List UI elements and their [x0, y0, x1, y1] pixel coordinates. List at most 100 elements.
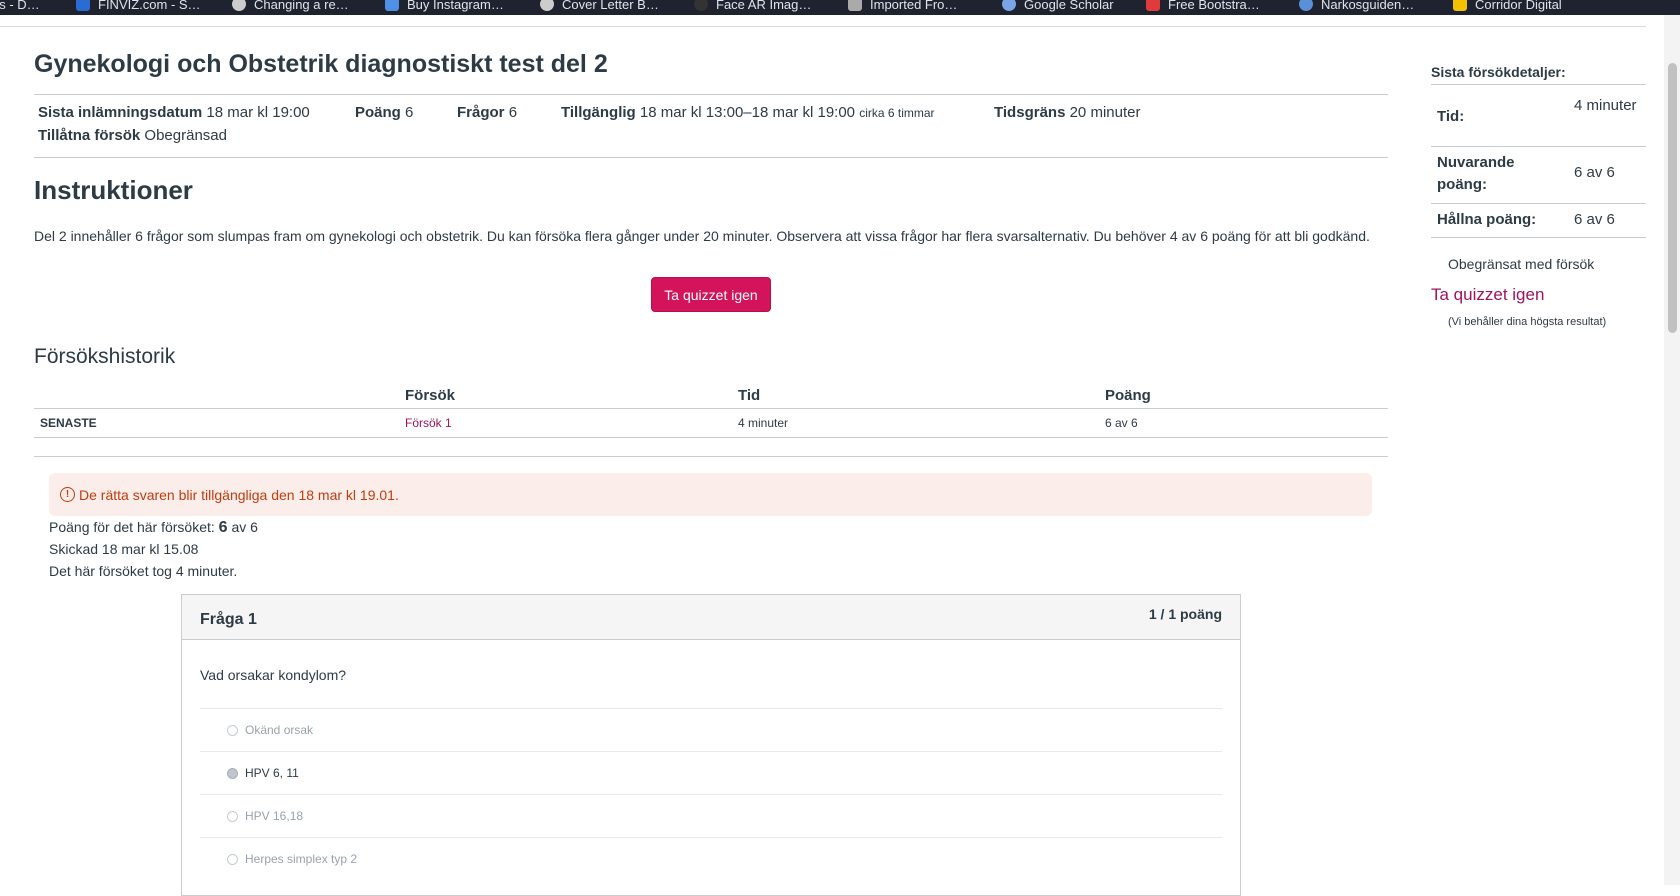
bookmark-item[interactable]: Google Scholar: [1002, 0, 1114, 13]
divider: [1431, 146, 1646, 147]
bookmark-item[interactable]: FINVIZ.com - S…: [76, 0, 201, 13]
attempt-score: Poäng för det här försöket: 6 av 6: [49, 519, 258, 537]
divider: [34, 157, 1388, 158]
question-header: Fråga 1 1 / 1 poäng: [182, 595, 1240, 640]
table-divider: [34, 437, 1388, 438]
sidebar-title: Sista försökdetaljer:: [1431, 64, 1566, 80]
bookmark-item[interactable]: Corridor Digital: [1453, 0, 1562, 13]
bookmarks-bar: ns - D… FINVIZ.com - S… Changing a re… B…: [0, 0, 1680, 15]
points: Poäng 6: [355, 104, 413, 121]
bookmark-favicon-icon: [232, 0, 246, 11]
highest-score-note: (Vi behåller dina högsta resultat): [1448, 316, 1607, 328]
due-value: 18 mar kl 19:00: [206, 104, 310, 121]
bookmark-favicon-icon: [76, 0, 90, 11]
time-limit-label: Tidsgräns: [994, 104, 1066, 121]
availability: Tillgänglig 18 mar kl 13:00–18 mar kl 19…: [561, 104, 935, 121]
score-label: Poäng för det här försöket:: [49, 519, 215, 535]
question-title: Fråga 1: [200, 611, 257, 628]
bookmark-item[interactable]: Cover Letter B…: [540, 0, 659, 13]
available-label: Tillgänglig: [561, 104, 636, 121]
bookmark-favicon-icon: [848, 0, 862, 11]
unlimited-attempts: Obegränsat med försök: [1448, 256, 1595, 272]
divider: [1431, 237, 1646, 238]
bookmark-favicon-icon: [1453, 0, 1467, 11]
bookmark-favicon-icon: [540, 0, 554, 11]
history-attempt-link[interactable]: Försök 1: [405, 416, 452, 430]
question-points: 1 / 1 poäng: [1148, 606, 1222, 622]
history-col-time: Tid: [738, 387, 761, 404]
sidebar-time-value: 4 minuter: [1574, 97, 1637, 114]
question-text: Vad orsakar kondylom?: [200, 667, 347, 683]
bookmark-item[interactable]: ns - D…: [0, 0, 40, 13]
radio-icon: [227, 854, 238, 865]
history-col-attempt: Försök: [405, 387, 456, 404]
attempts-value: Obegränsad: [144, 127, 227, 144]
sidebar-current-value: 6 av 6: [1574, 164, 1615, 181]
bookmark-favicon-icon: [385, 0, 399, 11]
instructions-heading: Instruktioner: [34, 175, 193, 205]
bookmark-favicon-icon: [1002, 0, 1016, 11]
divider: [34, 94, 1388, 95]
answer-option: Okänd orsak: [200, 708, 1222, 752]
questions-count: Frågor 6: [457, 104, 517, 121]
answer-option: HPV 6, 11: [200, 751, 1222, 795]
score-value: 6: [218, 519, 228, 536]
attempts-label: Tillåtna försök: [38, 127, 141, 144]
bookmark-item[interactable]: Free Bootstra…: [1146, 0, 1260, 13]
bookmark-item[interactable]: Imported Fro…: [848, 0, 957, 13]
points-label: Poäng: [355, 104, 401, 121]
answer-option: HPV 16,18: [200, 794, 1222, 838]
radio-selected-icon: [227, 768, 238, 779]
answer-label: HPV 16,18: [245, 809, 304, 823]
alert-text: De rätta svaren blir tillgängliga den 18…: [79, 486, 399, 503]
available-note: cirka 6 timmar: [859, 106, 935, 120]
scrollbar-thumb[interactable]: [1668, 63, 1677, 333]
bookmark-item[interactable]: Face AR Imag…: [694, 0, 811, 13]
due-label: Sista inlämningsdatum: [38, 104, 203, 121]
divider: [0, 26, 1646, 27]
due-date: Sista inlämningsdatum 18 mar kl 19:00: [38, 104, 310, 121]
retake-quiz-button[interactable]: Ta quizzet igen: [651, 277, 771, 312]
divider: [1431, 84, 1646, 85]
history-row-label: SENASTE: [40, 416, 97, 430]
radio-icon: [227, 725, 238, 736]
page-title: Gynekologi och Obstetrik diagnostiskt te…: [34, 50, 608, 78]
table-divider: [34, 408, 1388, 409]
available-value: 18 mar kl 13:00–18 mar kl 19:00: [639, 104, 856, 121]
history-row-time: 4 minuter: [738, 416, 789, 430]
scrollbar[interactable]: [1664, 15, 1680, 885]
answer-label: HPV 6, 11: [245, 766, 299, 780]
answer-label: Herpes simplex typ 2: [245, 852, 358, 866]
answer-label: Okänd orsak: [245, 723, 314, 737]
instructions-text: Del 2 innehåller 6 frågor som slumpas fr…: [34, 228, 1370, 244]
bookmark-favicon-icon: [694, 0, 708, 11]
sidebar-kept-value: 6 av 6: [1574, 211, 1615, 228]
history-heading: Försökshistorik: [34, 345, 176, 368]
answers-available-alert: ! De rätta svaren blir tillgängliga den …: [49, 473, 1372, 516]
bookmark-favicon-icon: [1146, 0, 1160, 11]
question-card: Fråga 1 1 / 1 poäng Vad orsakar kondylom…: [181, 594, 1241, 896]
sidebar-current-label: Nuvarande poäng:: [1437, 154, 1515, 193]
sidebar-time-label: Tid:: [1437, 108, 1465, 125]
time-limit-value: 20 minuter: [1069, 104, 1141, 121]
bookmark-favicon-icon: [1299, 0, 1313, 11]
time-limit: Tidsgräns 20 minuter: [994, 104, 1140, 121]
allowed-attempts: Tillåtna försök Obegränsad: [38, 127, 227, 144]
divider: [34, 456, 1388, 457]
questions-label: Frågor: [457, 104, 505, 121]
bookmark-item[interactable]: Buy Instagram…: [385, 0, 504, 13]
radio-icon: [227, 811, 238, 822]
warning-icon: !: [60, 487, 75, 502]
bookmark-item[interactable]: Changing a re…: [232, 0, 349, 13]
questions-value: 6: [508, 104, 518, 121]
sidebar-kept-label: Hållna poäng:: [1437, 211, 1537, 228]
history-col-score: Poäng: [1105, 387, 1151, 404]
divider: [1431, 203, 1646, 204]
history-row-score: 6 av 6: [1105, 416, 1138, 430]
submitted-time: Skickad 18 mar kl 15.08: [49, 541, 199, 557]
bookmark-item[interactable]: Narkosguiden…: [1299, 0, 1414, 13]
points-value: 6: [405, 104, 414, 121]
answer-option: Herpes simplex typ 2: [200, 837, 1222, 881]
attempt-duration: Det här försöket tog 4 minuter.: [49, 563, 238, 579]
sidebar-retake-link[interactable]: Ta quizzet igen: [1431, 285, 1544, 305]
